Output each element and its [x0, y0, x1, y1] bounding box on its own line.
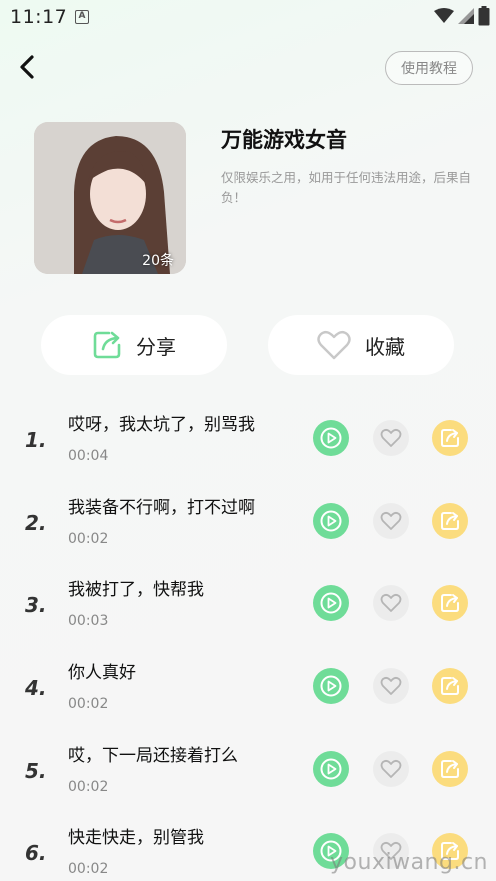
list-item[interactable]: 5. 哎，下一局还接着打么 00:02 — [0, 727, 496, 810]
play-icon — [320, 675, 342, 697]
play-icon — [320, 592, 342, 614]
share-item-button[interactable] — [432, 750, 468, 787]
share-icon — [93, 331, 121, 359]
item-title: 我被打了，快帮我 — [68, 580, 204, 601]
status-bar: 11:17 A — [0, 0, 496, 34]
item-duration: 00:04 — [68, 448, 109, 464]
item-count: 20条 — [142, 253, 174, 269]
share-item-button[interactable] — [432, 502, 468, 539]
item-number: 1. — [25, 428, 47, 452]
watermark: youxiwang.cn — [330, 850, 488, 875]
album-title: 万能游戏女音 — [221, 128, 347, 152]
play-button[interactable] — [313, 585, 349, 622]
list-item[interactable]: 4. 你人真好 00:02 — [0, 644, 496, 727]
play-icon — [320, 510, 342, 532]
share-icon — [441, 429, 459, 447]
back-arrow-icon — [20, 55, 34, 79]
tutorial-button[interactable]: 使用教程 — [385, 51, 473, 85]
share-icon — [441, 759, 459, 778]
signal-icon — [458, 8, 474, 24]
heart-icon — [380, 677, 402, 695]
play-icon — [320, 427, 342, 449]
favorite-label: 收藏 — [365, 334, 405, 359]
item-number: 3. — [25, 593, 47, 618]
list-item[interactable]: 3. 我被打了，快帮我 00:03 — [0, 561, 496, 644]
like-button[interactable] — [373, 585, 409, 622]
album-disclaimer: 仅限娱乐之用，如用于任何违法用途，后果自负！ — [221, 170, 472, 205]
like-button[interactable] — [373, 502, 409, 539]
item-title: 哎呀，我太坑了，别骂我 — [68, 415, 255, 435]
item-duration: 00:02 — [68, 530, 109, 547]
audio-list: 1. 哎呀，我太坑了，别骂我 00:04 2. 我装备不行啊，打不过啊 00:0… — [0, 396, 496, 881]
back-button[interactable] — [12, 52, 42, 82]
item-title: 快走快走，别管我 — [68, 828, 204, 849]
like-button[interactable] — [373, 668, 409, 705]
status-icons — [434, 6, 490, 26]
battery-icon — [478, 6, 490, 26]
item-duration: 00:02 — [68, 778, 109, 795]
play-button[interactable] — [313, 668, 349, 705]
heart-icon — [380, 594, 402, 613]
notification-icon: A — [75, 10, 89, 24]
heart-icon — [380, 428, 402, 447]
list-item[interactable]: 2. 我装备不行啊，打不过啊 00:02 — [0, 479, 496, 562]
share-icon — [441, 677, 459, 696]
item-title: 你人真好 — [68, 663, 136, 684]
album-cover: 20条 — [34, 122, 186, 274]
play-icon — [320, 758, 342, 780]
item-number: 4. — [25, 676, 47, 701]
share-icon — [441, 511, 459, 530]
share-item-button[interactable] — [432, 668, 468, 705]
like-button[interactable] — [373, 750, 409, 787]
heart-icon — [380, 759, 402, 778]
like-button[interactable] — [373, 420, 409, 456]
item-title: 我装备不行啊，打不过啊 — [68, 497, 255, 518]
play-button[interactable] — [313, 420, 349, 456]
play-button[interactable] — [313, 502, 349, 539]
item-number: 2. — [25, 510, 47, 535]
item-duration: 00:02 — [68, 696, 109, 713]
item-number: 5. — [25, 758, 47, 783]
play-button[interactable] — [313, 750, 349, 787]
favorite-button[interactable]: 收藏 — [268, 315, 454, 375]
item-title: 哎，下一局还接着打么 — [68, 745, 238, 766]
item-duration: 00:03 — [68, 613, 109, 630]
share-item-button[interactable] — [432, 420, 468, 456]
share-icon — [441, 594, 459, 613]
list-item[interactable]: 1. 哎呀，我太坑了，别骂我 00:04 — [0, 396, 496, 479]
heart-icon — [380, 511, 402, 530]
item-number: 6. — [25, 841, 47, 866]
status-time: 11:17 — [10, 6, 68, 28]
share-item-button[interactable] — [432, 585, 468, 622]
heart-icon — [317, 330, 351, 360]
item-duration: 00:02 — [68, 861, 109, 878]
share-label: 分享 — [136, 334, 176, 359]
share-button[interactable]: 分享 — [41, 315, 227, 375]
wifi-icon — [434, 8, 454, 23]
